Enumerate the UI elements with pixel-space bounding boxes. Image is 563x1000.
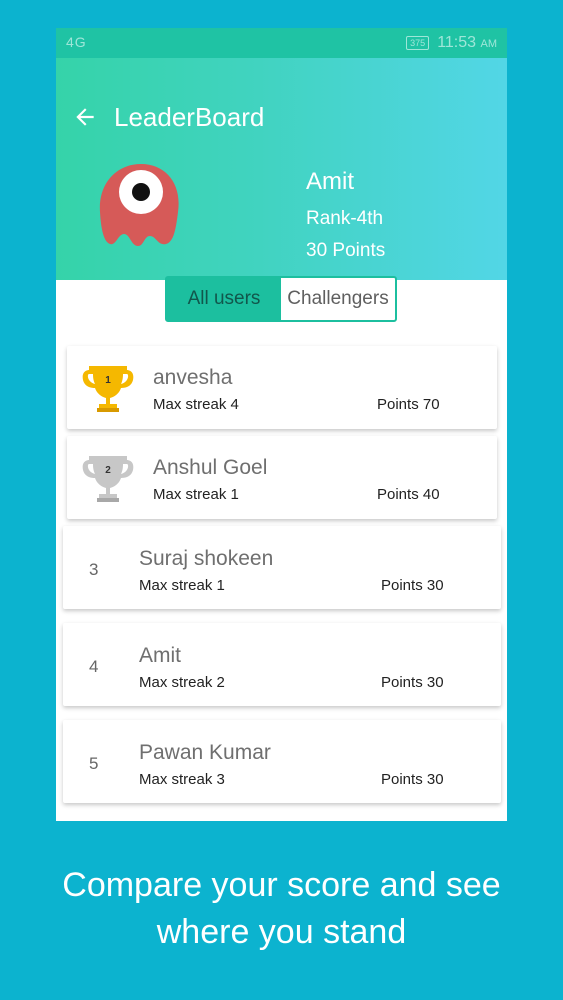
user-points: Points 40	[377, 486, 440, 503]
promo-caption: Compare your score and see where you sta…	[0, 862, 563, 956]
user-name: Amit	[139, 644, 181, 667]
max-streak: Max streak 2	[139, 674, 225, 691]
gold-trophy-icon: 1	[82, 366, 134, 412]
user-points: Points 30	[381, 577, 444, 594]
user-points: Points 30	[381, 674, 444, 691]
leaderboard-row-3[interactable]: 3 Suraj shokeen Max streak 1 Points 30	[63, 526, 501, 609]
profile-name: Amit	[306, 168, 354, 195]
caption-line-2: where you stand	[156, 913, 407, 951]
rank-number: 3	[89, 560, 99, 579]
network-indicator: 4G	[66, 34, 87, 50]
page-title: LeaderBoard	[114, 102, 265, 132]
rank-number: 5	[89, 754, 99, 773]
user-name: anvesha	[153, 366, 233, 389]
profile-points: 30 Points	[306, 240, 386, 261]
trophy-rank-2: 2	[105, 465, 111, 476]
tab-challengers[interactable]: Challengers	[281, 278, 395, 320]
monster-avatar-icon	[99, 164, 179, 246]
leaderboard-row-4[interactable]: 4 Amit Max streak 2 Points 30	[63, 623, 501, 706]
user-name: Anshul Goel	[153, 456, 268, 479]
max-streak: Max streak 1	[139, 577, 225, 594]
max-streak: Max streak 1	[153, 486, 239, 503]
max-streak: Max streak 4	[153, 396, 239, 413]
profile-rank: Rank-4th	[306, 208, 384, 229]
leaderboard-row-5[interactable]: 5 Pawan Kumar Max streak 3 Points 30	[63, 720, 501, 803]
silver-trophy-icon: 2	[82, 456, 134, 502]
trophy-rank-1: 1	[105, 375, 111, 386]
caption-line-1: Compare your score and see	[62, 866, 501, 904]
leaderboard-row-1[interactable]: 1 anvesha Max streak 4 Points 70	[67, 346, 497, 429]
status-bar: 4G 375 11:53 AM	[56, 28, 507, 58]
user-name: Suraj shokeen	[139, 547, 274, 570]
max-streak: Max streak 3	[139, 771, 225, 788]
user-filter-tabs: All users Challengers	[165, 276, 397, 322]
tab-all-users[interactable]: All users	[167, 278, 281, 320]
user-points: Points 70	[377, 396, 440, 413]
rank-number: 4	[89, 657, 99, 676]
user-name: Pawan Kumar	[139, 741, 271, 764]
leaderboard-header: LeaderBoard Amit Rank-4th 30 Points	[56, 58, 507, 280]
user-points: Points 30	[381, 771, 444, 788]
app-screen: 4G 375 11:53 AM LeaderBoard Amit Rank-4t…	[56, 28, 507, 821]
status-right: 375 11:53 AM	[406, 34, 497, 52]
leaderboard-row-2[interactable]: 2 Anshul Goel Max streak 1 Points 40	[67, 436, 497, 519]
battery-icon: 375	[406, 36, 430, 50]
clock: 11:53 AM	[437, 34, 497, 52]
clock-ampm: AM	[480, 38, 498, 50]
back-arrow-icon[interactable]	[72, 104, 98, 130]
clock-time: 11:53	[437, 34, 477, 51]
